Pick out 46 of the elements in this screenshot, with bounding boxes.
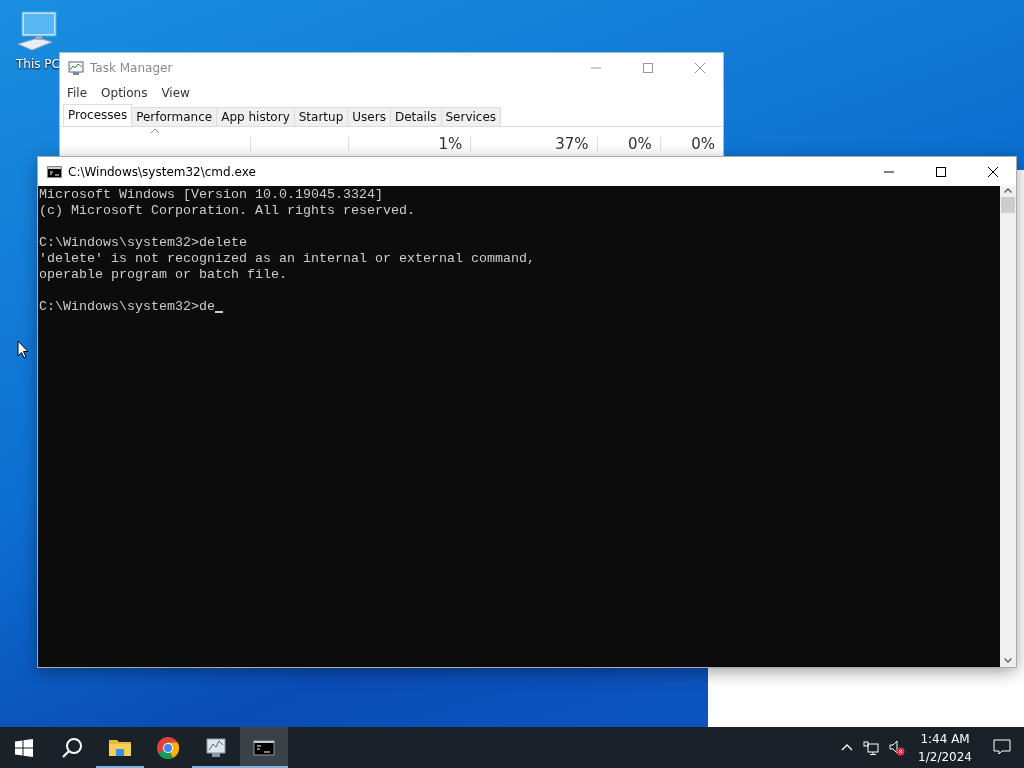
column-header[interactable]: 0%: [691, 137, 716, 151]
maximize-icon: [643, 62, 653, 73]
console-line: Microsoft Windows [Version 10.0.19045.3324]: [39, 187, 384, 203]
menu-item[interactable]: Options: [101, 86, 148, 100]
console-line: operable program or batch file.: [39, 267, 288, 283]
caret-up-icon: [841, 744, 854, 751]
text-cursor: [214, 311, 223, 313]
speech-bubble-icon: [993, 739, 1011, 756]
column-header[interactable]: 1%: [438, 137, 463, 151]
window-title: C:\Windows\system32\cmd.exe: [68, 164, 257, 179]
sort-caret-icon[interactable]: [150, 127, 161, 135]
maximize-icon: [936, 166, 946, 177]
scroll-up-button[interactable]: [1004, 186, 1012, 195]
console-line: C:\Windows\system32>delete: [39, 235, 248, 251]
window-title: Task Manager: [90, 60, 174, 75]
clock[interactable]: 1:44 AM 1/2/2024: [910, 727, 980, 768]
taskbar-app-button[interactable]: [240, 727, 288, 768]
console-line: 'delete' is not recognized as an internal or external command,: [39, 251, 536, 267]
computer-icon[interactable]: [16, 10, 60, 54]
console-prompt[interactable]: C:\Windows\system32>de: [39, 299, 215, 314]
monitor-chart-icon: [68, 59, 84, 76]
tab[interactable]: App history: [216, 107, 295, 126]
console-line: (c) Microsoft Corporation. All rights reserved.: [39, 203, 416, 219]
close-icon: [695, 62, 705, 73]
column-header[interactable]: 0%: [628, 137, 652, 151]
tab[interactable]: Details: [389, 107, 442, 126]
menu-item[interactable]: View: [161, 86, 190, 100]
tab[interactable]: Processes: [63, 104, 133, 126]
mouse-pointer-icon: [17, 340, 29, 359]
search-icon: [61, 736, 83, 759]
muted-speaker-icon: [889, 739, 906, 756]
menu-item[interactable]: File: [67, 86, 88, 100]
caret-down-icon: [1004, 658, 1012, 663]
tab[interactable]: Users: [347, 107, 391, 126]
column-header[interactable]: 37%: [555, 137, 589, 151]
caret-up-icon: [1004, 188, 1012, 193]
tab[interactable]: Services: [440, 107, 502, 126]
console-icon: [47, 165, 62, 178]
windows-logo-icon: [15, 738, 33, 757]
network-icon: [863, 740, 880, 755]
tab[interactable]: Performance: [131, 107, 218, 126]
tab[interactable]: Startup: [293, 107, 349, 126]
scrollbar-thumb[interactable]: [1001, 197, 1015, 213]
close-icon: [988, 166, 998, 177]
browser-logo-icon: [155, 734, 181, 761]
desktop-icon-label: This PC: [16, 57, 60, 71]
